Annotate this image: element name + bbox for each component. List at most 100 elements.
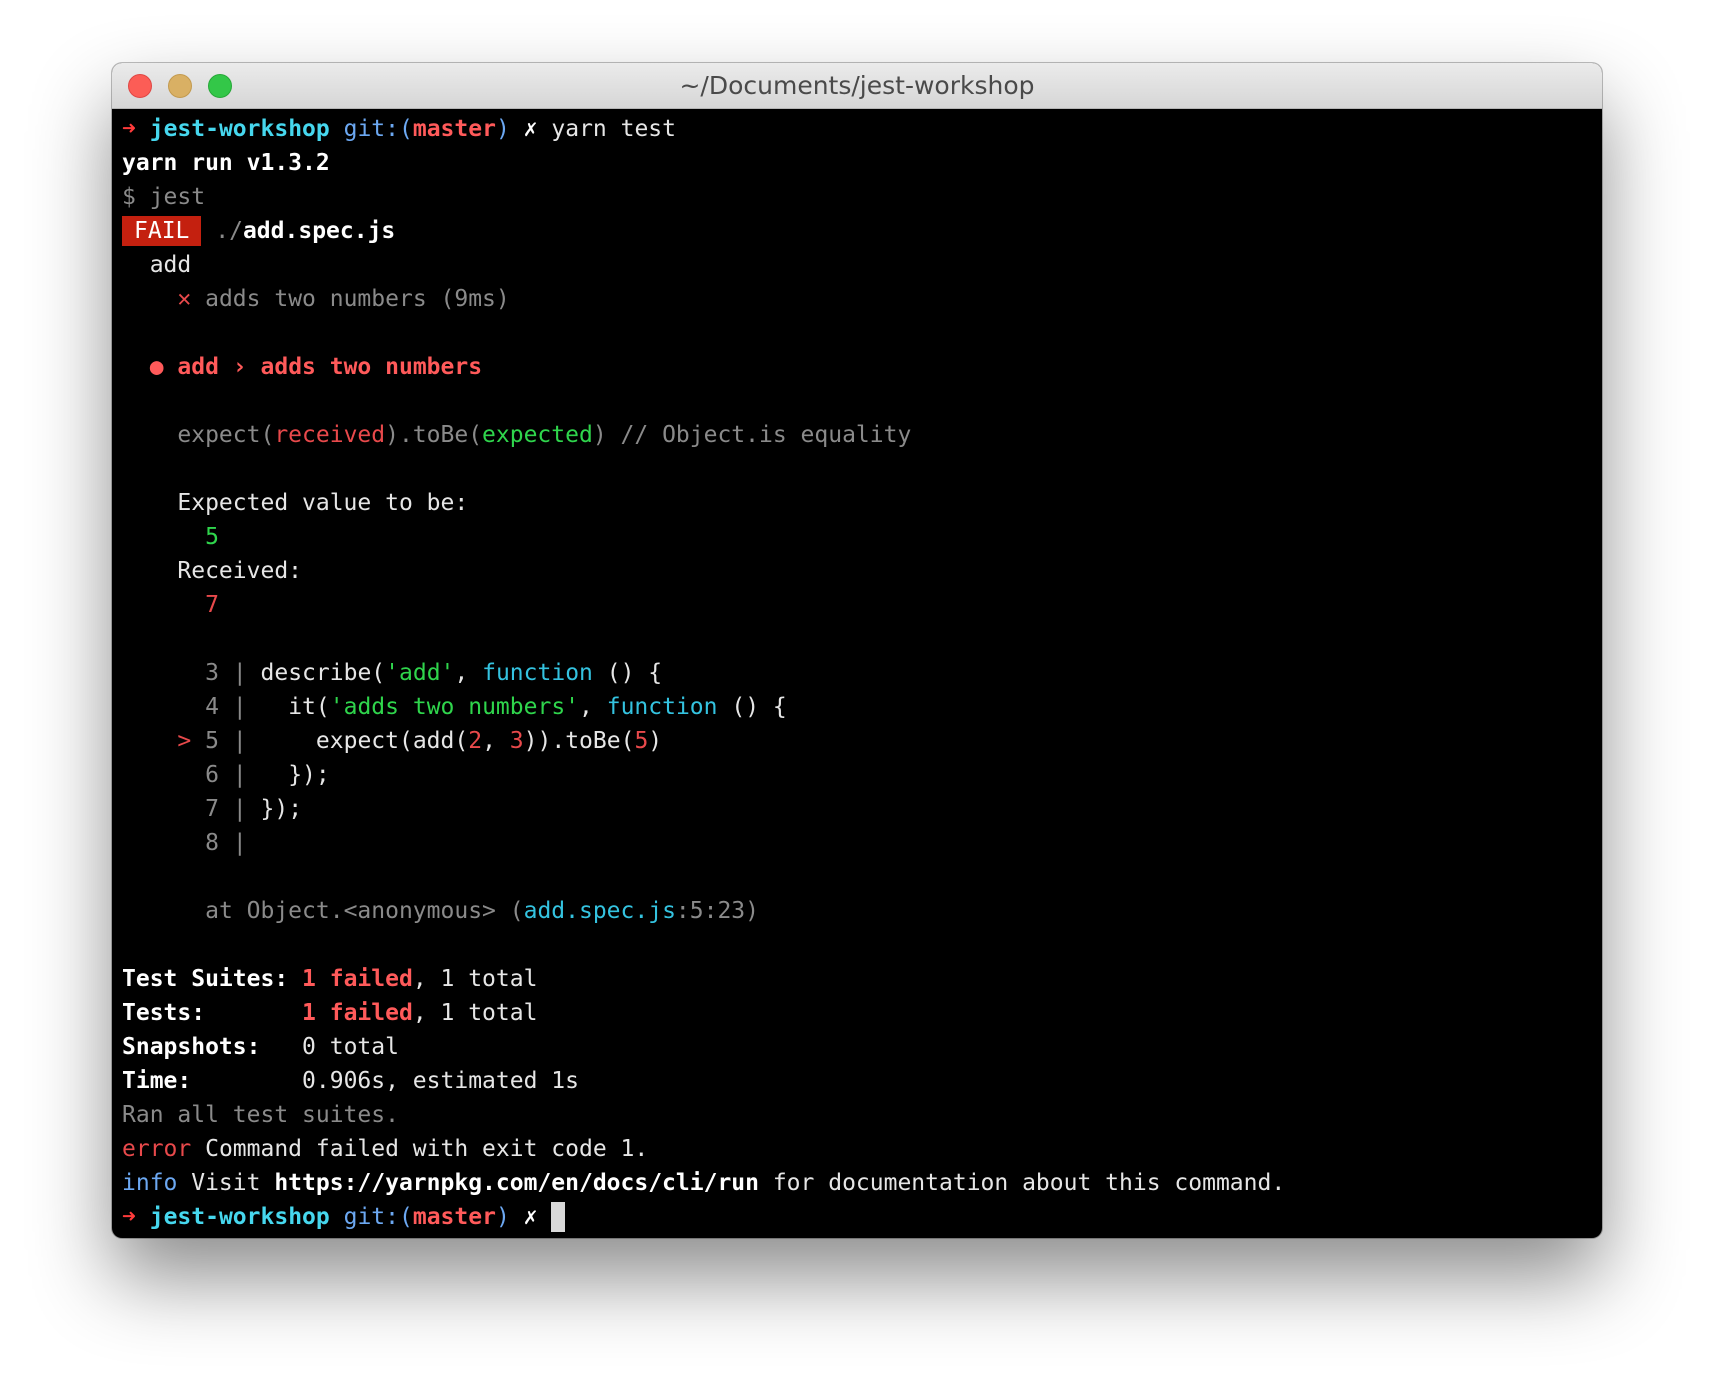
- code-line-number: 5: [205, 728, 219, 754]
- time-value: 0.906s, estimated 1s: [302, 1068, 579, 1094]
- code-separator: |: [218, 728, 247, 754]
- code-line: 3 | describe('add', function () {: [122, 656, 1592, 690]
- terminal-window: ~/Documents/jest-workshop ➜ jest-worksho…: [112, 63, 1602, 1238]
- code-marker: [177, 694, 191, 720]
- received-value: 7: [205, 592, 219, 618]
- file-prefix: ./: [215, 218, 243, 244]
- bullet-icon: ●: [149, 354, 164, 380]
- code-line-number: 8: [205, 830, 219, 856]
- expect-expected: expected: [482, 422, 593, 448]
- summary-snapshots: Snapshots: 0 total: [122, 1030, 1592, 1064]
- code-content: describe('add', function () {: [246, 660, 663, 686]
- fail-line: FAIL ./add.spec.js: [122, 214, 1592, 248]
- error-title: add › adds two numbers: [177, 354, 483, 380]
- summary-time: Time: 0.906s, estimated 1s: [122, 1064, 1592, 1098]
- code-line-number: 7: [205, 796, 219, 822]
- code-line-number: 3: [205, 660, 219, 686]
- summary-suites: Test Suites: 1 failed, 1 total: [122, 962, 1592, 996]
- suites-failed: 1 failed: [302, 966, 413, 992]
- received-value-line: 7: [122, 588, 1592, 622]
- file-name: add.spec.js: [242, 218, 396, 244]
- describe-name: add: [149, 252, 192, 278]
- stack-trace-line: at Object.<anonymous> (add.spec.js:5:23): [122, 894, 1592, 928]
- prompt-dir: jest-workshop: [149, 116, 330, 142]
- prompt-dirty-icon: ✗: [523, 116, 538, 142]
- code-marker: [177, 830, 191, 856]
- code-content: });: [246, 796, 303, 822]
- code-line-number: 6: [205, 762, 219, 788]
- expect-suffix: ) // Object.is equality: [592, 422, 912, 448]
- code-line: 6 | });: [122, 758, 1592, 792]
- tests-label: Tests:: [122, 1000, 206, 1026]
- expect-line: expect(received).toBe(expected) // Objec…: [122, 418, 1592, 452]
- info-url-link[interactable]: https://yarnpkg.com/en/docs/cli/run: [274, 1170, 759, 1196]
- error-label: error: [122, 1136, 192, 1162]
- prompt-branch: master: [412, 116, 496, 142]
- expect-received: received: [274, 422, 386, 448]
- test-result-line: ✕ adds two numbers (9ms): [122, 282, 1592, 316]
- title-bar: ~/Documents/jest-workshop: [112, 63, 1602, 109]
- code-marker: [177, 796, 191, 822]
- info-line: info Visit https://yarnpkg.com/en/docs/c…: [122, 1166, 1592, 1200]
- prompt-git-suffix: ): [495, 1204, 510, 1230]
- code-line-number: 4: [205, 694, 219, 720]
- expect-prefix: expect(: [177, 422, 275, 448]
- error-title-line: ● add › adds two numbers: [122, 350, 1592, 384]
- code-separator: |: [218, 796, 247, 822]
- code-line: 7 | });: [122, 792, 1592, 826]
- stack-prefix: at Object.<anonymous> (: [205, 898, 524, 924]
- received-label-line: Received:: [122, 554, 1592, 588]
- info-label: info: [122, 1170, 178, 1196]
- code-content: });: [246, 762, 330, 788]
- prompt-branch: master: [412, 1204, 496, 1230]
- expect-mid: ).toBe(: [385, 422, 483, 448]
- describe-line: add: [122, 248, 1592, 282]
- error-message: Command failed with exit code 1.: [191, 1136, 649, 1162]
- snapshots-value: 0 total: [302, 1034, 399, 1060]
- code-separator: |: [218, 694, 247, 720]
- window-title: ~/Documents/jest-workshop: [679, 71, 1035, 100]
- expected-label: Expected value to be:: [177, 490, 469, 516]
- prompt-arrow-icon: ➜: [122, 1204, 136, 1230]
- code-separator: |: [218, 762, 247, 788]
- tests-failed: 1 failed: [302, 1000, 413, 1026]
- info-visit: Visit: [177, 1170, 275, 1196]
- prompt-dirty-icon: ✗: [523, 1204, 538, 1230]
- prompt-line: ➜ jest-workshop git:(master) ✗ yarn test: [122, 112, 1592, 146]
- snapshots-label: Snapshots:: [122, 1034, 261, 1060]
- code-line: 8 |: [122, 826, 1592, 860]
- code-separator: |: [218, 830, 247, 856]
- suites-total: , 1 total: [412, 966, 538, 992]
- expected-value: 5: [205, 524, 219, 550]
- test-result-text: adds two numbers (9ms): [205, 286, 510, 312]
- stack-file: add.spec.js: [523, 898, 676, 924]
- prompt-line: ➜ jest-workshop git:(master) ✗: [122, 1200, 1592, 1234]
- terminal-cursor[interactable]: [551, 1202, 566, 1232]
- prompt-git-prefix: git:(: [343, 116, 413, 142]
- stack-loc: :5:23): [675, 898, 760, 924]
- yarn-version: yarn run v1.3.2: [122, 150, 330, 176]
- prompt-git-prefix: git:(: [343, 1204, 413, 1230]
- info-suffix: for documentation about this command.: [758, 1170, 1286, 1196]
- time-label: Time:: [122, 1068, 192, 1094]
- summary-tests: Tests: 1 failed, 1 total: [122, 996, 1592, 1030]
- prompt-dir: jest-workshop: [149, 1204, 330, 1230]
- terminal-output[interactable]: ➜ jest-workshop git:(master) ✗ yarn test…: [122, 112, 1592, 1234]
- code-content: it('adds two numbers', function () {: [246, 694, 787, 720]
- jest-command: $ jest: [122, 184, 206, 210]
- expected-value-line: 5: [122, 520, 1592, 554]
- expected-label-line: Expected value to be:: [122, 486, 1592, 520]
- code-line-highlighted: > 5 | expect(add(2, 3)).toBe(5): [122, 724, 1592, 758]
- fail-x-icon: ✕: [177, 286, 192, 312]
- command-text: yarn test: [551, 116, 676, 142]
- suites-label: Test Suites:: [122, 966, 289, 992]
- code-marker: [177, 762, 191, 788]
- fail-badge: FAIL: [122, 216, 202, 246]
- prompt-arrow-icon: ➜: [122, 116, 136, 142]
